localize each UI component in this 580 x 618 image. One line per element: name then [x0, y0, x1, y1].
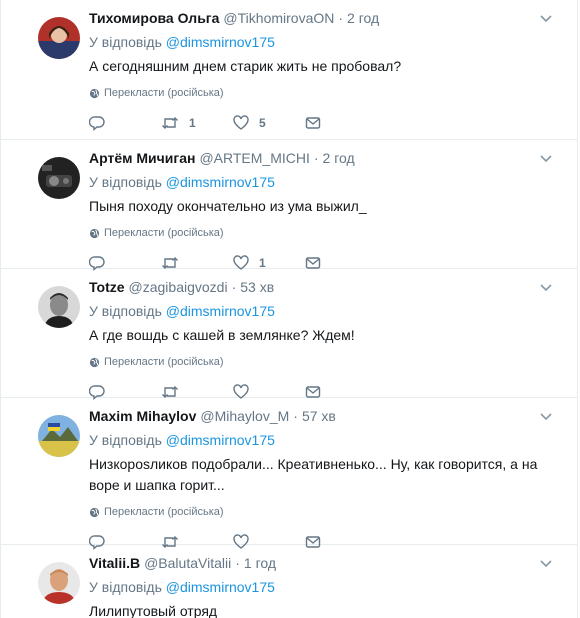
chevron-down-icon[interactable] — [539, 559, 553, 569]
separator-dot: · — [235, 555, 240, 571]
tweet-item[interactable]: Vitalii.B @BalutaVitalii · 1 год У відпо… — [1, 545, 577, 618]
reply-to-line: У відповідь @dimsmirnov175 — [89, 430, 561, 450]
like-button[interactable]: 5 — [233, 115, 305, 131]
tweet-text: А где вошдь с кашей в землянке? Ждем! — [89, 327, 355, 343]
retweet-count: 1 — [189, 116, 196, 130]
reply-to-link[interactable]: @dimsmirnov175 — [166, 579, 275, 595]
chevron-down-icon[interactable] — [539, 283, 553, 293]
reply-to-label: У відповідь — [89, 34, 162, 50]
reply-to-line: У відповідь @dimsmirnov175 — [89, 32, 561, 52]
timestamp[interactable]: 2 год — [347, 10, 379, 26]
reply-icon — [89, 116, 105, 131]
reply-to-link[interactable]: @dimsmirnov175 — [166, 34, 275, 50]
tweet-item[interactable]: Тихомирова Ольга @TikhomirovaON · 2 год … — [1, 0, 577, 140]
reply-to-label: У відповідь — [89, 432, 162, 448]
heart-icon — [233, 115, 249, 130]
tweet-text: Лилипутовый отряд — [89, 603, 218, 618]
tweet-header: Тихомирова Ольга @TikhomirovaON · 2 год — [89, 10, 561, 30]
envelope-icon — [305, 117, 321, 129]
tweet-header: Totze @zagibaigvozdi · 53 хв — [89, 279, 561, 299]
tweet-header: Артём Мичиган @ARTEM_MICHI · 2 год — [89, 150, 561, 170]
translate-link[interactable]: Перекласти (російська) — [89, 86, 561, 100]
translate-link[interactable]: Перекласти (російська) — [89, 226, 561, 240]
chevron-down-icon[interactable] — [539, 412, 553, 422]
avatar[interactable] — [38, 562, 80, 604]
avatar[interactable] — [38, 415, 80, 457]
reply-to-line: У відповідь @dimsmirnov175 — [89, 577, 561, 597]
user-handle[interactable]: @TikhomirovaON — [223, 10, 334, 26]
translate-label: Перекласти (російська) — [104, 506, 224, 518]
tweet-text: А сегодняшним днем старик жить не пробов… — [89, 58, 402, 74]
reply-to-link[interactable]: @dimsmirnov175 — [166, 432, 275, 448]
retweet-icon — [162, 117, 178, 129]
tweet-actions: 1 5 — [89, 114, 561, 132]
retweet-button[interactable]: 1 — [161, 115, 233, 131]
chevron-down-icon[interactable] — [539, 14, 553, 24]
reply-to-link[interactable]: @dimsmirnov175 — [166, 174, 275, 190]
timestamp[interactable]: 1 год — [244, 555, 276, 571]
display-name[interactable]: Maxim Mihaylov — [89, 408, 196, 424]
translate-link[interactable]: Перекласти (російська) — [89, 355, 561, 369]
avatar[interactable] — [38, 157, 80, 199]
globe-icon — [89, 507, 100, 517]
avatar[interactable] — [38, 286, 80, 328]
user-handle[interactable]: @Mihaylov_M — [200, 408, 289, 424]
replies-feed: Тихомирова Ольга @TikhomirovaON · 2 год … — [0, 0, 578, 618]
reply-to-label: У відповідь — [89, 579, 162, 595]
reply-to-line: У відповідь @dimsmirnov175 — [89, 301, 561, 321]
reply-to-label: У відповідь — [89, 174, 162, 190]
chevron-down-icon[interactable] — [539, 154, 553, 164]
avatar[interactable] — [38, 17, 80, 59]
globe-icon — [89, 357, 100, 367]
translate-link[interactable]: Перекласти (російська) — [89, 505, 561, 519]
timestamp[interactable]: 53 хв — [240, 279, 274, 295]
display-name[interactable]: Тихомирова Ольга — [89, 10, 219, 26]
globe-icon — [89, 88, 100, 98]
timestamp[interactable]: 57 хв — [302, 408, 336, 424]
tweet-item[interactable]: Maxim Mihaylov @Mihaylov_M · 57 хв У від… — [1, 398, 577, 550]
translate-label: Перекласти (російська) — [104, 356, 224, 368]
separator-dot: · — [293, 408, 298, 424]
user-handle[interactable]: @BalutaVitalii — [144, 555, 231, 571]
reply-to-label: У відповідь — [89, 303, 162, 319]
separator-dot: · — [231, 279, 237, 295]
timestamp[interactable]: 2 год — [323, 150, 355, 166]
translate-label: Перекласти (російська) — [104, 87, 224, 99]
user-handle[interactable]: @zagibaigvozdi — [129, 279, 228, 295]
globe-icon — [89, 228, 100, 238]
tweet-item[interactable]: Артём Мичиган @ARTEM_MICHI · 2 год У від… — [1, 140, 577, 271]
display-name[interactable]: Vitalii.B — [89, 555, 140, 571]
like-count: 1 — [259, 256, 266, 270]
tweet-text: Низкорosликов подобрали... Креативненько… — [89, 456, 538, 493]
tweet-text: Пыня походу окончательно из ума выжил_ — [89, 198, 367, 214]
tweet-header: Vitalii.B @BalutaVitalii · 1 год — [89, 555, 561, 575]
separator-dot: · — [338, 10, 344, 26]
message-button[interactable] — [305, 115, 377, 131]
translate-label: Перекласти (російська) — [104, 227, 224, 239]
reply-button[interactable] — [89, 115, 161, 131]
user-handle[interactable]: @ARTEM_MICHI — [199, 150, 309, 166]
reply-to-line: У відповідь @dimsmirnov175 — [89, 172, 561, 192]
display-name[interactable]: Артём Мичиган — [89, 150, 195, 166]
separator-dot: · — [313, 150, 319, 166]
display-name[interactable]: Totze — [89, 279, 125, 295]
tweet-item[interactable]: Totze @zagibaigvozdi · 53 хв У відповідь… — [1, 269, 577, 400]
tweet-header: Maxim Mihaylov @Mihaylov_M · 57 хв — [89, 408, 561, 428]
like-count: 5 — [259, 116, 266, 130]
reply-to-link[interactable]: @dimsmirnov175 — [166, 303, 275, 319]
